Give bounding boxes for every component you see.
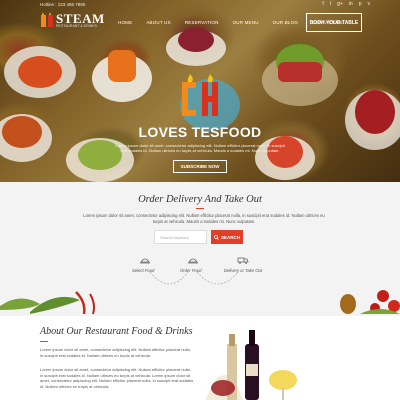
- delivery-icon: [237, 257, 249, 264]
- nav-item-menu[interactable]: OUR MENU: [233, 20, 259, 25]
- hero-title: LOVES TESFOOD: [138, 124, 262, 140]
- site-logo[interactable]: STEAM RESTAURANT & DRINKS: [40, 12, 105, 29]
- book-table-button[interactable]: BOOK YOUR TABLE: [306, 13, 362, 32]
- about-paragraph-2: Lorem ipsum dolor sit amet, consectetur …: [40, 367, 194, 389]
- select-food-icon: [140, 258, 150, 264]
- about-divider: [40, 341, 48, 342]
- food-decoration-band: [0, 290, 400, 315]
- nav-item-blog[interactable]: OUR BLOG: [273, 20, 298, 25]
- order-divider: [196, 208, 204, 209]
- top-bar: Hotline : 123 456 7890 f t g+ in p v: [0, 0, 400, 10]
- wine-bottles-image: [205, 330, 297, 400]
- step-select-food: Select Food: [132, 268, 155, 273]
- order-food-icon: [188, 258, 198, 264]
- hero-content: LOVES TESFOOD Lorem ipsum dolor sit amet…: [0, 72, 400, 173]
- main-nav: STEAM RESTAURANT & DRINKS HOME ABOUT US …: [0, 10, 400, 38]
- search-button-label: SEARCH: [220, 234, 240, 240]
- step-delivery: Delivery or Take Out: [224, 268, 263, 273]
- search-button[interactable]: SEARCH: [211, 230, 243, 244]
- order-title: Order Delivery And Take Out: [138, 194, 262, 205]
- pinterest-icon[interactable]: p: [359, 1, 362, 7]
- about-paragraph-1: Lorem ipsum dolor sit amet, consectetur …: [40, 347, 191, 358]
- nav-item-home[interactable]: HOME: [118, 20, 132, 25]
- hero-logo-icon: [182, 74, 218, 116]
- hotline-text: Hotline : 123 456 7890: [40, 2, 86, 7]
- about-title: About Our Restaurant Food & Drinks: [40, 326, 193, 337]
- step-order-food: Order Food: [180, 268, 202, 273]
- nav-item-reservation[interactable]: RESERVATION: [185, 20, 219, 25]
- brand-tagline: RESTAURANT & DRINKS: [56, 24, 97, 28]
- order-description: Lorem ipsum dolor sit amet, consectetur …: [83, 213, 325, 224]
- about-section: About Our Restaurant Food & Drinks Lorem…: [0, 316, 400, 400]
- search-input[interactable]: Search keyword: [154, 230, 207, 244]
- vimeo-icon[interactable]: v: [368, 1, 371, 7]
- linkedin-icon[interactable]: in: [349, 1, 353, 7]
- nav-item-about[interactable]: ABOUT US: [146, 20, 171, 25]
- search-icon: [214, 234, 219, 240]
- facebook-icon[interactable]: f: [322, 1, 323, 7]
- logo-flame-icon: [41, 12, 53, 28]
- twitter-icon[interactable]: t: [330, 1, 331, 7]
- subscribe-button[interactable]: SUBSCRIBE NOW: [172, 159, 228, 173]
- social-links: f t g+ in p v: [322, 1, 370, 7]
- google-plus-icon[interactable]: g+: [337, 1, 343, 7]
- hero-text: Lorem ipsum dolor sit amet, consectetur …: [115, 143, 285, 154]
